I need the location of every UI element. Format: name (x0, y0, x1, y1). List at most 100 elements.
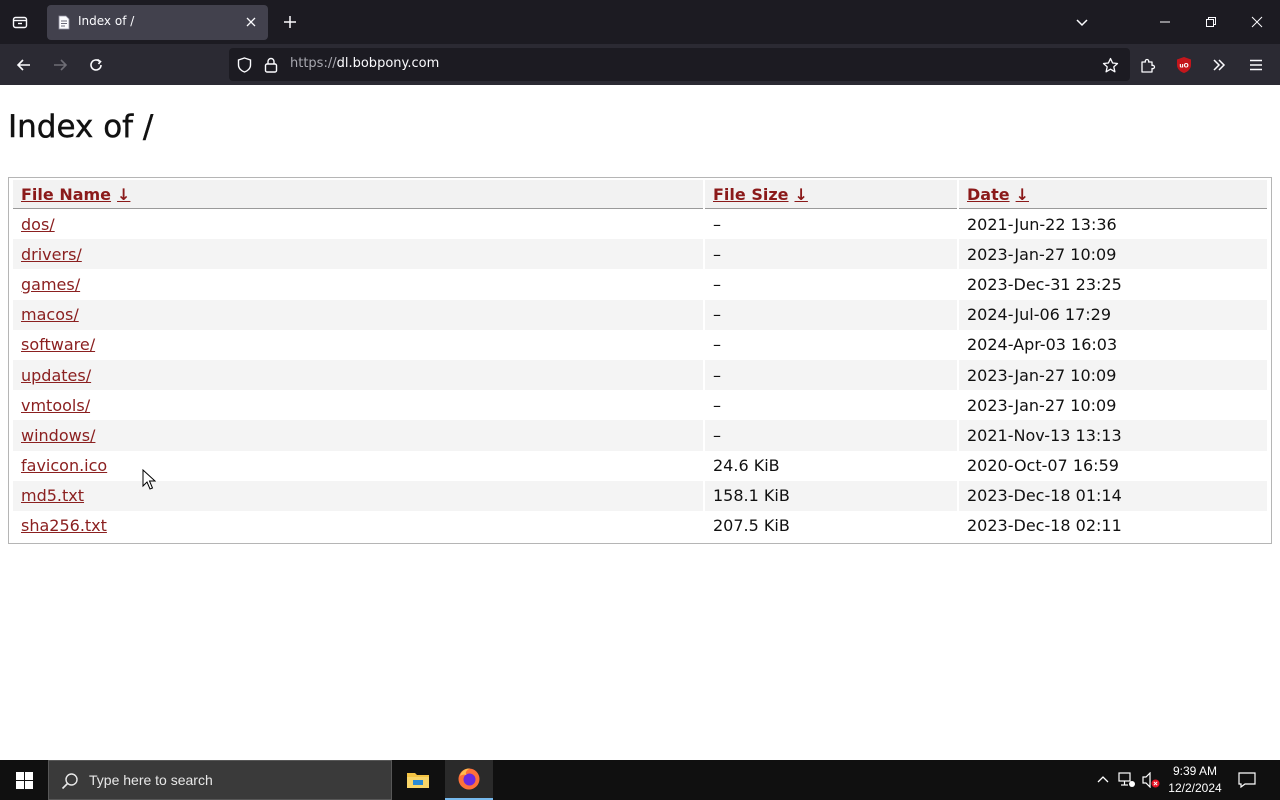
url-text[interactable]: https://dl.bobpony.com (290, 56, 439, 71)
new-tab-button[interactable] (278, 10, 302, 34)
network-status-button[interactable] (1117, 770, 1137, 790)
file-explorer-taskbar-button[interactable] (394, 760, 442, 800)
column-header-file-size: File Size ↓ (705, 180, 957, 209)
folder-icon (407, 773, 429, 788)
file-link[interactable]: windows/ (21, 426, 95, 445)
file-name-cell: favicon.ico (13, 451, 703, 481)
taskbar-search-box[interactable]: Type here to search (48, 760, 392, 800)
sort-by-file-name-link[interactable]: File Name (21, 185, 111, 204)
table-row: md5.txt 158.1 KiB 2023-Dec-18 01:14 (13, 480, 1267, 511)
windows-taskbar: Type here to search 9:39 AM 12/2/2024 (0, 760, 1280, 800)
document-icon (58, 15, 70, 30)
action-center-button[interactable] (1237, 770, 1257, 790)
table-row: updates/ –2023-Jan-27 10:09 (13, 359, 1267, 391)
hamburger-menu-icon (1250, 59, 1262, 71)
file-size-cell: – (713, 395, 721, 415)
file-link[interactable]: dos/ (21, 215, 55, 234)
bookmark-page-button[interactable] (1100, 55, 1120, 75)
file-size-cell: – (705, 239, 957, 270)
site-security-button[interactable] (262, 56, 280, 74)
column-label: File Name (21, 184, 112, 204)
firefox-taskbar-button[interactable] (445, 760, 493, 800)
start-button[interactable] (0, 760, 48, 800)
list-all-tabs-button[interactable] (1070, 10, 1094, 34)
column-label: File Size (713, 184, 789, 204)
file-date-cell: 2021-Jun-22 13:36 (967, 214, 1117, 234)
file-date-cell: 2021-Nov-13 13:13 (959, 420, 1267, 451)
file-date-cell: 2023-Dec-31 23:25 (967, 274, 1122, 294)
more-tools-button[interactable] (1204, 50, 1234, 80)
ublock-origin-button[interactable]: uO (1169, 50, 1199, 80)
search-placeholder: Type here to search (89, 772, 213, 788)
table-row: sha256.txt 207.5 KiB 2023-Dec-18 02:11 (13, 511, 1267, 541)
file-date-cell: 2023-Jan-27 10:09 (959, 239, 1267, 270)
file-size-cell: 24.6 KiB (713, 456, 780, 476)
file-name-cell: drivers/ (13, 239, 703, 270)
file-size-cell: – (705, 359, 957, 391)
sort-by-file-size-link[interactable]: File Size (713, 185, 789, 204)
file-name-cell: dos/ (13, 209, 703, 239)
volume-muted-icon (1142, 772, 1160, 788)
arrow-left-icon (16, 59, 30, 71)
plus-icon (284, 16, 296, 28)
page-title: Index of / (8, 109, 154, 145)
minimize-window-button[interactable] (1142, 0, 1188, 44)
puzzle-icon (1141, 58, 1156, 73)
file-link[interactable]: drivers/ (21, 245, 82, 264)
network-icon (1118, 772, 1135, 787)
file-size-cell: – (705, 420, 957, 451)
file-link[interactable]: games/ (21, 275, 80, 294)
file-date-cell: 2024-Jul-06 17:29 (959, 299, 1267, 330)
taskbar-clock[interactable]: 9:39 AM 12/2/2024 (1160, 763, 1230, 797)
file-rows: dos/–2021-Jun-22 13:36 drivers/–2023-Jan-… (13, 209, 1267, 541)
table-row: vmtools/ – 2023-Jan-27 10:09 (13, 390, 1267, 420)
file-link[interactable]: sha256.txt (21, 516, 107, 535)
notification-icon (1238, 772, 1256, 788)
table-row: dos/ – 2021-Jun-22 13:36 (13, 209, 1267, 239)
tracking-protection-button[interactable] (235, 56, 253, 74)
search-icon (61, 773, 78, 790)
file-name-cell: windows/ (13, 420, 703, 451)
file-link[interactable]: vmtools/ (21, 396, 90, 415)
file-name-cell: games/ (13, 269, 703, 299)
file-link[interactable]: software/ (21, 335, 95, 354)
file-name-cell: macos/ (13, 299, 703, 330)
forward-button[interactable] (45, 50, 75, 80)
close-tab-button[interactable] (242, 13, 260, 31)
file-link[interactable]: updates/ (21, 366, 91, 385)
close-window-button[interactable] (1234, 0, 1280, 44)
sort-arrow-down-icon[interactable]: ↓ (1016, 185, 1029, 204)
back-button[interactable] (9, 50, 39, 80)
column-header-file-name: File Name ↓ (13, 180, 703, 209)
app-menu-button[interactable] (1241, 50, 1271, 80)
table-row: windows/ –2021-Nov-13 13:13 (13, 420, 1267, 451)
file-date-cell: 2023-Dec-18 01:14 (959, 480, 1267, 511)
ublock-origin-icon: uO (1177, 57, 1191, 73)
file-name-cell: software/ (13, 330, 703, 360)
reload-button[interactable] (81, 50, 111, 80)
file-link[interactable]: md5.txt (21, 486, 84, 505)
file-size-cell: – (713, 214, 721, 234)
firefox-icon (458, 768, 480, 790)
tab-title: Index of / (78, 14, 135, 28)
file-table: File Name ↓ File Size ↓ Date ↓ dos/–2021-Ju… (11, 180, 1269, 541)
restore-window-button[interactable] (1188, 0, 1234, 44)
volume-button[interactable] (1141, 770, 1161, 790)
svg-text:uO: uO (1179, 63, 1188, 70)
sort-by-date-link[interactable]: Date (967, 185, 1010, 204)
tab-index[interactable]: Index of / (47, 5, 268, 40)
firefox-view-button[interactable] (6, 8, 34, 36)
file-link[interactable]: macos/ (21, 305, 79, 324)
file-size-cell: – (713, 335, 721, 355)
extensions-button[interactable] (1133, 50, 1163, 80)
file-name-cell: md5.txt (13, 480, 703, 511)
file-size-cell: – (713, 274, 721, 294)
sort-arrow-down-icon[interactable]: ↓ (117, 185, 130, 204)
file-link[interactable]: favicon.ico (21, 456, 107, 475)
navigation-toolbar: https://dl.bobpony.com uO (0, 44, 1280, 85)
show-hidden-icons-button[interactable] (1093, 770, 1113, 790)
sort-arrow-down-icon[interactable]: ↓ (795, 185, 808, 204)
table-row: drivers/ –2023-Jan-27 10:09 (13, 239, 1267, 270)
file-listing: File Name ↓ File Size ↓ Date ↓ dos/–2021-Ju… (8, 177, 1272, 545)
address-bar[interactable]: https://dl.bobpony.com (229, 48, 1130, 81)
